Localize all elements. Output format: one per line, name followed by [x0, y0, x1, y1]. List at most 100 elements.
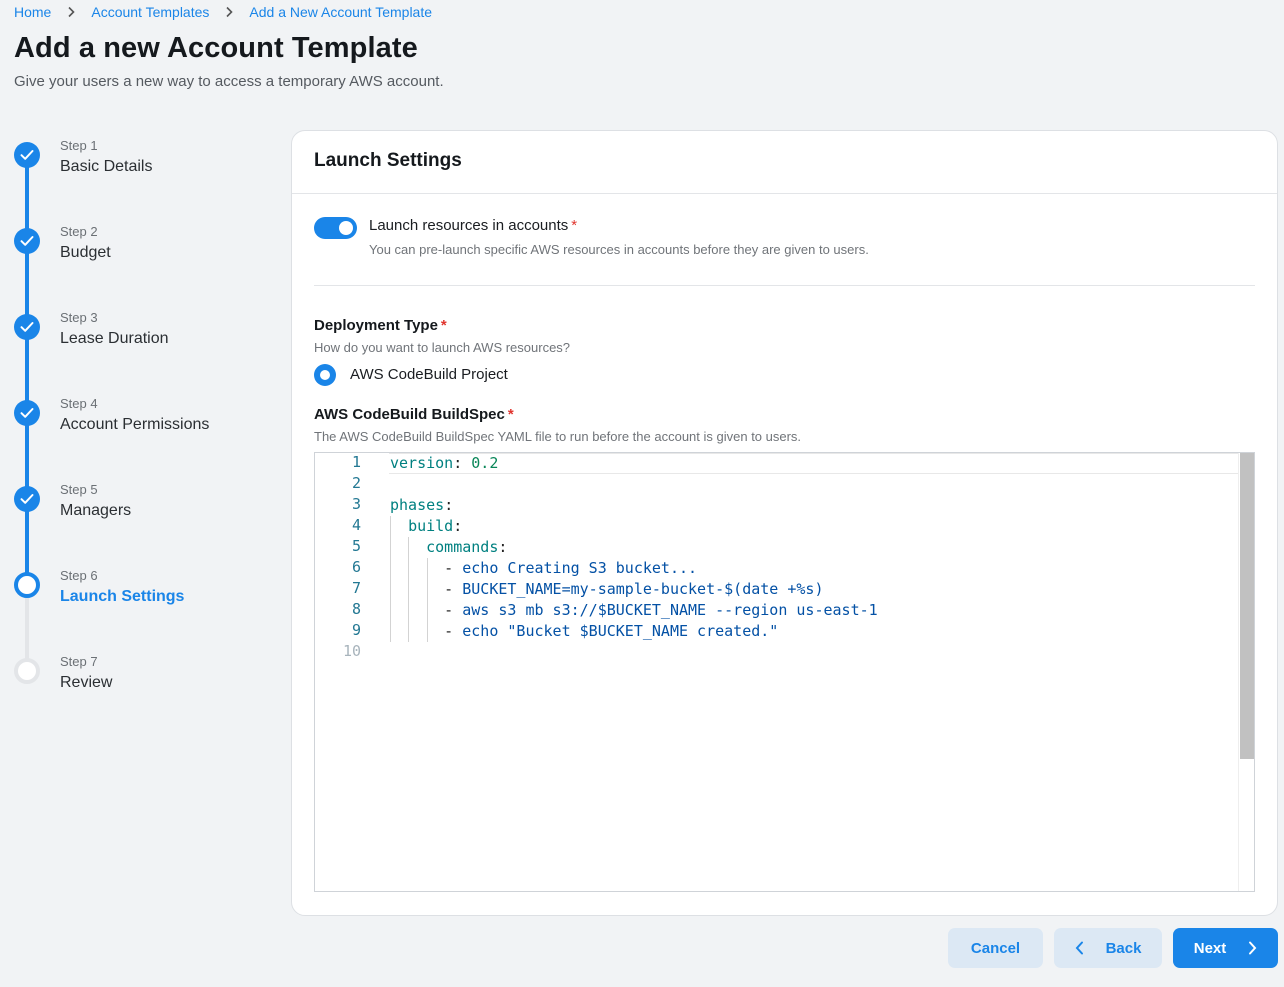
- step-number: Step 7: [60, 654, 98, 669]
- line-number: 4: [351, 516, 361, 534]
- step-basic-details[interactable]: Step 1 Basic Details: [14, 136, 274, 196]
- deployment-type-title: Deployment Type *: [314, 317, 447, 334]
- next-button[interactable]: Next: [1173, 928, 1278, 968]
- step-number: Step 4: [60, 396, 98, 411]
- chevron-right-icon: [225, 6, 234, 18]
- code-token: build: [408, 517, 454, 535]
- step-label: Basic Details: [60, 158, 153, 175]
- editor-scrollbar[interactable]: [1238, 453, 1254, 891]
- check-icon: [14, 142, 40, 168]
- pending-step-indicator-icon: [14, 658, 40, 684]
- code-token: 0.2: [471, 454, 499, 472]
- required-mark: *: [507, 406, 514, 423]
- code-token: phases: [390, 496, 445, 514]
- page-subtitle: Give your users a new way to access a te…: [14, 73, 444, 90]
- step-number: Step 1: [60, 138, 98, 153]
- code-token: echo "Bucket $BUCKET_NAME created.": [462, 622, 779, 640]
- step-budget[interactable]: Step 2 Budget: [14, 222, 274, 282]
- chevron-right-icon: [67, 6, 75, 18]
- step-label: Account Permissions: [60, 416, 210, 433]
- step-launch-settings[interactable]: Step 6 Launch Settings: [14, 566, 274, 626]
- card-title: Launch Settings: [292, 131, 1277, 194]
- deployment-type-title-text: Deployment Type: [314, 317, 438, 334]
- check-icon: [14, 314, 40, 340]
- check-icon: [14, 228, 40, 254]
- line-number: 2: [351, 474, 361, 492]
- launch-settings-card: Launch Settings Launch resources in acco…: [291, 130, 1278, 916]
- code-token: -: [390, 580, 463, 598]
- step-label: Lease Duration: [60, 330, 169, 347]
- step-review[interactable]: Step 7 Review: [14, 652, 274, 712]
- step-managers[interactable]: Step 5 Managers: [14, 480, 274, 540]
- code-line: - echo Creating S3 bucket...: [390, 558, 697, 579]
- next-button-label: Next: [1193, 939, 1227, 957]
- buildspec-title: AWS CodeBuild BuildSpec *: [314, 406, 514, 423]
- step-label: Budget: [60, 244, 111, 261]
- line-number-gutter: 1 2 3 4 5 6 7 8 9 10: [315, 453, 371, 891]
- codebuild-project-radio-label[interactable]: AWS CodeBuild Project: [350, 366, 508, 383]
- breadcrumb-home-link[interactable]: Home: [14, 4, 51, 20]
- code-line: - BUCKET_NAME=my-sample-bucket-$(date +%…: [390, 579, 823, 600]
- current-step-indicator-icon: [14, 572, 40, 598]
- code-token: -: [390, 601, 463, 619]
- code-token: -: [390, 559, 463, 577]
- launch-resources-help: You can pre-launch specific AWS resource…: [369, 242, 869, 257]
- check-icon: [14, 486, 40, 512]
- code-token: BUCKET_NAME=my-sample-bucket-$(date +%s): [462, 580, 824, 598]
- line-number: 9: [351, 621, 361, 639]
- required-mark: *: [571, 217, 578, 234]
- step-label: Managers: [60, 502, 132, 519]
- toggle-knob: [339, 221, 353, 235]
- code-line: build:: [390, 516, 462, 537]
- buildspec-help: The AWS CodeBuild BuildSpec YAML file to…: [314, 429, 802, 444]
- cancel-button-label: Cancel: [970, 939, 1021, 957]
- step-label: Launch Settings: [60, 588, 185, 605]
- breadcrumb-account-templates-link[interactable]: Account Templates: [91, 4, 209, 20]
- code-line: - aws s3 mb s3://$BUCKET_NAME --region u…: [390, 600, 878, 621]
- line-number: 8: [351, 600, 361, 618]
- line-number: 7: [351, 579, 361, 597]
- launch-resources-label-text: Launch resources in accounts: [369, 217, 569, 234]
- chevron-right-icon: [1248, 941, 1257, 955]
- code-token: echo Creating S3 bucket...: [462, 559, 698, 577]
- breadcrumb: Home Account Templates Add a New Account…: [14, 4, 432, 20]
- deployment-type-help: How do you want to launch AWS resources?: [314, 340, 571, 355]
- back-button[interactable]: Back: [1054, 928, 1162, 968]
- buildspec-title-text: AWS CodeBuild BuildSpec: [314, 406, 505, 423]
- radio-dot: [320, 370, 330, 380]
- step-number: Step 2: [60, 224, 98, 239]
- line-number: 5: [351, 537, 361, 555]
- step-label: Review: [60, 674, 113, 691]
- editor-scrollbar-thumb[interactable]: [1240, 453, 1254, 759]
- step-number: Step 5: [60, 482, 98, 497]
- code-token: :: [498, 538, 508, 556]
- code-line: - echo "Bucket $BUCKET_NAME created.": [390, 621, 778, 642]
- launch-resources-toggle[interactable]: [314, 217, 357, 239]
- code-token: :: [453, 454, 472, 472]
- section-divider: [314, 285, 1255, 286]
- cancel-button[interactable]: Cancel: [948, 928, 1043, 968]
- code-line: phases:: [390, 495, 453, 516]
- buildspec-code-editor[interactable]: 1 2 3 4 5 6 7 8 9 10 version: 0.2 phases: build: c…: [314, 452, 1255, 892]
- codebuild-project-radio[interactable]: [314, 364, 336, 386]
- code-token: :: [444, 496, 454, 514]
- code-line: commands:: [390, 537, 507, 558]
- line-number: 10: [342, 642, 361, 660]
- step-number: Step 6: [60, 568, 98, 583]
- back-button-label: Back: [1105, 939, 1142, 957]
- required-mark: *: [440, 317, 447, 334]
- page-title: Add a new Account Template: [14, 32, 418, 64]
- code-token: aws s3 mb s3://$BUCKET_NAME --region us-…: [462, 601, 878, 619]
- step-account-permissions[interactable]: Step 4 Account Permissions: [14, 394, 274, 454]
- check-icon: [14, 400, 40, 426]
- line-number: 6: [351, 558, 361, 576]
- line-number: 3: [351, 495, 361, 513]
- step-lease-duration[interactable]: Step 3 Lease Duration: [14, 308, 274, 368]
- code-token: :: [453, 517, 463, 535]
- breadcrumb-current-link[interactable]: Add a New Account Template: [249, 4, 432, 20]
- launch-resources-label: Launch resources in accounts *: [369, 217, 577, 234]
- code-line: version: 0.2: [390, 453, 498, 474]
- code-token: -: [390, 622, 463, 640]
